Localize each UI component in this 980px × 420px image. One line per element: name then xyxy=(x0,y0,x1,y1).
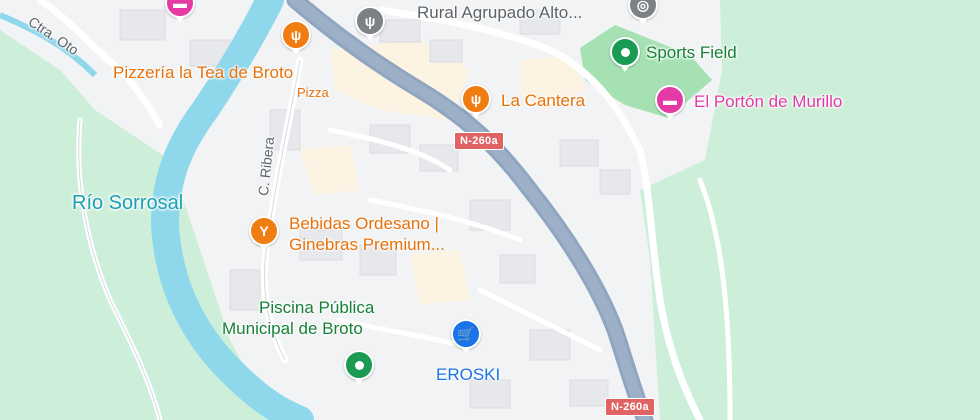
poi-label-piscina-line1[interactable]: Piscina Pública xyxy=(259,298,374,318)
bar-icon[interactable]: Y xyxy=(249,216,279,251)
map-canvas[interactable]: Ctra. Oto C. Ribera Río Sorrosal ▬ ψ Rur… xyxy=(0,0,980,420)
road-shield-n260a: N-260a xyxy=(454,132,504,150)
poi-category-pizza: Pizza xyxy=(297,85,329,100)
restaurant-icon[interactable]: ψ xyxy=(355,6,385,41)
road-shield-n260a: N-260a xyxy=(605,398,655,416)
poi-label-piscina-line2[interactable]: Municipal de Broto xyxy=(222,319,363,339)
shopping-cart-icon[interactable]: 🛒 xyxy=(451,319,481,354)
poi-label-sports-field[interactable]: Sports Field xyxy=(646,43,737,63)
poi-label-bebidas-line1[interactable]: Bebidas Ordesano | xyxy=(289,214,439,234)
park-icon[interactable] xyxy=(344,350,374,385)
commercial-area xyxy=(410,250,470,305)
restaurant-icon[interactable]: ψ xyxy=(281,20,311,55)
poi-label-eroski[interactable]: EROSKI xyxy=(436,365,500,385)
poi-label-el-porton[interactable]: El Portón de Murillo xyxy=(694,92,842,112)
park-icon[interactable] xyxy=(610,37,640,72)
poi-label-bebidas-line2[interactable]: Ginebras Premium... xyxy=(289,235,445,255)
water-label-rio-sorrosal: Río Sorrosal xyxy=(72,192,184,214)
poi-label-pizzeria[interactable]: Pizzería la Tea de Broto xyxy=(113,63,293,83)
poi-label-la-cantera[interactable]: La Cantera xyxy=(501,91,585,111)
hotel-icon[interactable]: ▬ xyxy=(655,85,685,120)
poi-label-rural-agrupado[interactable]: Rural Agrupado Alto... xyxy=(417,3,582,23)
restaurant-icon[interactable]: ψ xyxy=(461,84,491,119)
